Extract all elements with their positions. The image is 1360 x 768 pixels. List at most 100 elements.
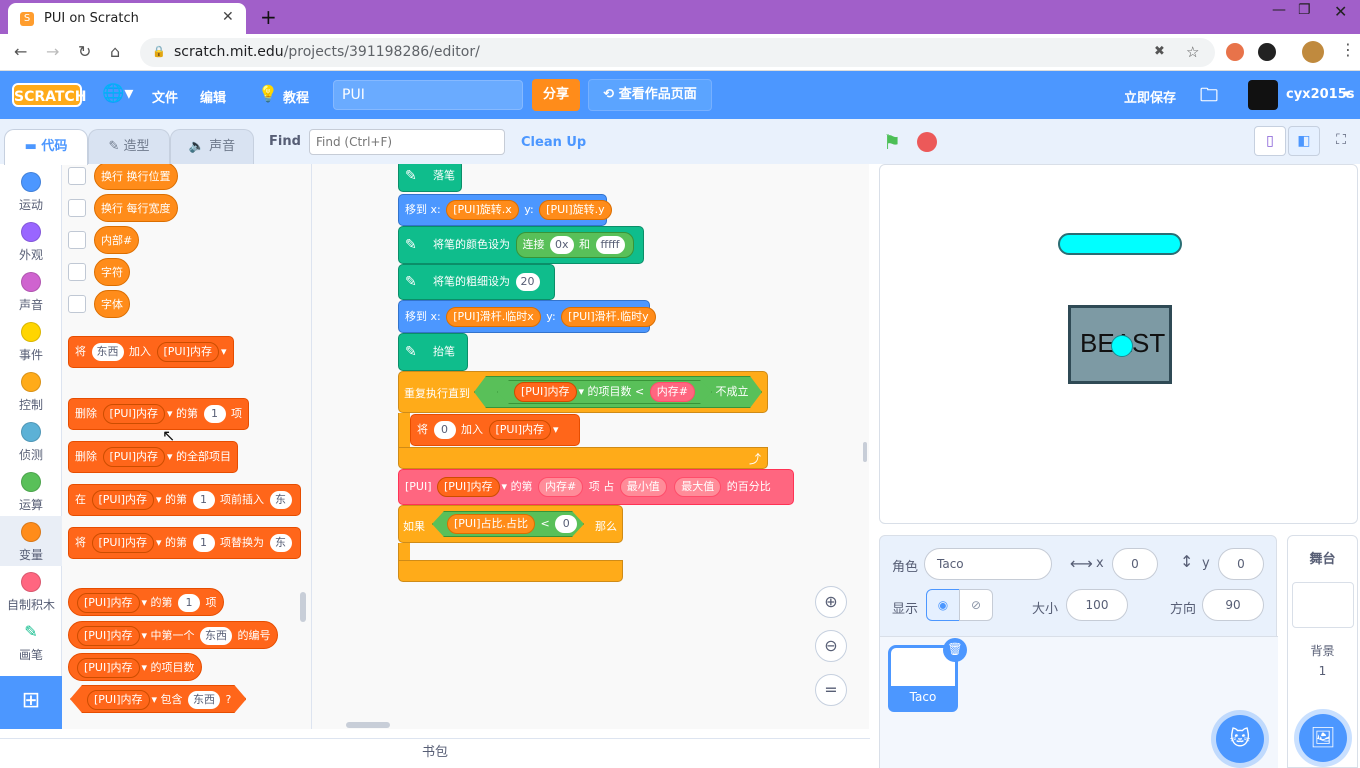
pen-up-block[interactable]: ✎ 抬笔	[398, 333, 468, 371]
script-horizontal-scrollbar[interactable]	[346, 722, 390, 728]
chevron-down-icon[interactable]: ▾	[1344, 87, 1351, 102]
category-variables[interactable]: 变量	[0, 516, 62, 566]
folder-icon[interactable]: 🗀	[1200, 83, 1218, 113]
goto-xy-block[interactable]: 移到 x: [PUI]滑杆.临时x y: [PUI]滑杆.临时y	[398, 300, 656, 333]
show-eye-icon[interactable]: ◉	[926, 589, 960, 621]
browser-tab[interactable]: S PUI on Scratch ✕	[8, 3, 246, 34]
delete-all-block[interactable]: 删除 [PUI]内存 ▾ 的全部项目	[68, 441, 239, 473]
backpack-bar[interactable]: 书包	[0, 738, 870, 768]
not-boolean[interactable]: [PUI]内存 ▾ 的项目数 < 内存# 不成立	[474, 376, 762, 408]
add-to-list-block[interactable]: 将 0 加入 [PUI]内存 ▾	[410, 414, 580, 446]
backdrop-thumb[interactable]	[1292, 582, 1354, 628]
list-length-reporter[interactable]: [PUI]内存 ▾ 的项目数	[68, 653, 202, 681]
variable-checkbox[interactable]	[68, 263, 86, 281]
delete-sprite-icon[interactable]: 🗑	[943, 638, 967, 662]
zoom-out-icon[interactable]: ⊖	[815, 630, 847, 662]
extension-icon[interactable]	[1258, 43, 1276, 61]
hide-eye-icon[interactable]: ⊘	[959, 589, 993, 621]
close-window-icon[interactable]: ✕	[1334, 2, 1347, 21]
add-extension-button[interactable]: ⊞	[0, 676, 62, 729]
menu-tutorials[interactable]: 教程	[283, 87, 309, 106]
zoom-reset-icon[interactable]: =	[815, 674, 847, 706]
menu-edit[interactable]: 编辑	[200, 87, 226, 106]
sprite-name-input[interactable]: Taco	[924, 548, 1052, 580]
category-operators[interactable]: 运算	[0, 466, 62, 516]
bookmark-star-icon[interactable]: ☆	[1186, 43, 1199, 61]
item-of-list-reporter[interactable]: [PUI]内存 ▾ 的第 1 项	[68, 588, 224, 616]
category-control[interactable]: 控制	[0, 366, 62, 416]
home-icon[interactable]: ⌂	[110, 42, 120, 61]
variable-checkbox[interactable]	[68, 167, 86, 185]
back-icon[interactable]: ←	[14, 42, 27, 61]
script-area[interactable]: ✎ 落笔 移到 x: [PUI]旋转.x y: [PUI]旋转.y ✎ 将笔的颜色设…	[312, 164, 869, 729]
y-input[interactable]: 0	[1218, 548, 1264, 580]
insert-item-block[interactable]: 在 [PUI]内存 ▾ 的第 1 项前插入 东	[68, 484, 301, 516]
variable-block[interactable]: 字体	[94, 290, 130, 318]
x-input[interactable]: 0	[1112, 548, 1158, 580]
list-contains-boolean[interactable]: [PUI]内存 ▾ 包含 东西 ?	[70, 685, 246, 713]
small-stage-icon[interactable]: ▯	[1254, 126, 1286, 156]
add-sprite-icon[interactable]: 🐱	[1216, 715, 1264, 763]
tab-sounds[interactable]: 🔈 声音	[170, 129, 254, 165]
variable-block[interactable]: 字符	[94, 258, 130, 286]
profile-avatar[interactable]	[1302, 41, 1324, 63]
stage-canvas[interactable]: BEAST	[879, 164, 1358, 524]
category-my-blocks[interactable]: 自制积木	[0, 566, 62, 616]
add-backdrop-icon[interactable]: 🖼	[1299, 714, 1347, 762]
palette-scrollbar[interactable]	[300, 592, 306, 622]
variable-checkbox[interactable]	[68, 199, 86, 217]
new-tab-icon[interactable]: +	[260, 5, 277, 29]
restore-icon[interactable]: ❐	[1298, 2, 1311, 18]
pen-down-block[interactable]: ✎ 落笔	[398, 164, 462, 192]
forward-icon[interactable]: →	[46, 42, 59, 61]
globe-icon[interactable]: 🌐▾	[102, 83, 133, 104]
category-motion[interactable]: 运动	[0, 166, 62, 216]
clean-up-button[interactable]: Clean Up	[521, 135, 586, 150]
variable-block[interactable]: 换行 换行位置	[94, 164, 178, 190]
script-vertical-scrollbar[interactable]	[863, 442, 867, 462]
tab-costumes[interactable]: ✎ 造型	[88, 129, 170, 165]
user-avatar[interactable]	[1248, 80, 1278, 110]
set-pen-color-block[interactable]: ✎ 将笔的颜色设为 连接 0x 和 fffff	[398, 226, 644, 264]
join-reporter[interactable]: 连接 0x 和 fffff	[515, 232, 634, 258]
category-events[interactable]: 事件	[0, 316, 62, 366]
delete-item-block[interactable]: 删除 [PUI]内存 ▾ 的第 1 项	[68, 398, 250, 430]
fullscreen-icon[interactable]: ⛶	[1325, 126, 1357, 156]
reload-icon[interactable]: ↻	[78, 42, 91, 61]
custom-percent-block[interactable]: [PUI] [PUI]内存 ▾ 的第 内存# 项 占 最小值 最大值 的百分比	[398, 469, 794, 505]
menu-file[interactable]: 文件	[152, 87, 178, 106]
close-tab-icon[interactable]: ✕	[222, 9, 234, 25]
category-pen[interactable]: ✎ 画笔	[0, 616, 62, 666]
find-input[interactable]	[309, 129, 505, 155]
goto-xy-block[interactable]: 移到 x: [PUI]旋转.x y: [PUI]旋转.y	[398, 194, 612, 226]
minimize-icon[interactable]: —	[1272, 2, 1286, 18]
category-looks[interactable]: 外观	[0, 216, 62, 266]
variable-block[interactable]: 内部#	[94, 226, 140, 254]
variable-block[interactable]: 换行 每行宽度	[94, 194, 178, 222]
category-sensing[interactable]: 侦测	[0, 416, 62, 466]
set-pen-size-block[interactable]: ✎ 将笔的粗细设为 20	[398, 264, 555, 300]
zoom-in-icon[interactable]: ⊕	[815, 586, 847, 618]
add-to-list-block[interactable]: 将 东西 加入 [PUI]内存 ▾	[68, 336, 234, 368]
tab-code[interactable]: ▬ 代码	[4, 129, 88, 165]
sprite-thumb[interactable]: Taco 🗑	[888, 638, 967, 712]
less-than-boolean[interactable]: [PUI]占比.占比 < 0	[432, 511, 584, 537]
variable-checkbox[interactable]	[68, 295, 86, 313]
stop-icon[interactable]	[917, 132, 937, 152]
save-now-button[interactable]: 立即保存	[1124, 87, 1176, 106]
direction-input[interactable]: 90	[1202, 589, 1264, 621]
blocked-icon[interactable]: ✖	[1154, 44, 1165, 59]
category-sound[interactable]: 声音	[0, 266, 62, 316]
variable-checkbox[interactable]	[68, 231, 86, 249]
see-project-page-button[interactable]: ⟲ 查看作品页面	[588, 79, 712, 111]
size-input[interactable]: 100	[1066, 589, 1128, 621]
url-field[interactable]: 🔒 scratch.mit.edu/projects/391198286/edi…	[140, 38, 1215, 67]
less-than-boolean[interactable]: [PUI]内存 ▾ 的项目数 < 内存#	[497, 380, 712, 404]
replace-item-block[interactable]: 将 [PUI]内存 ▾ 的第 1 项替换为 东	[68, 527, 301, 559]
menu-dots-icon[interactable]: ⋮	[1340, 40, 1356, 59]
extension-icon[interactable]	[1226, 43, 1244, 61]
share-button[interactable]: 分享	[532, 79, 580, 111]
project-title-input[interactable]: PUI	[333, 80, 523, 110]
green-flag-icon[interactable]: ⚑	[883, 130, 901, 154]
scratch-logo[interactable]: SCRATCH	[12, 83, 86, 107]
